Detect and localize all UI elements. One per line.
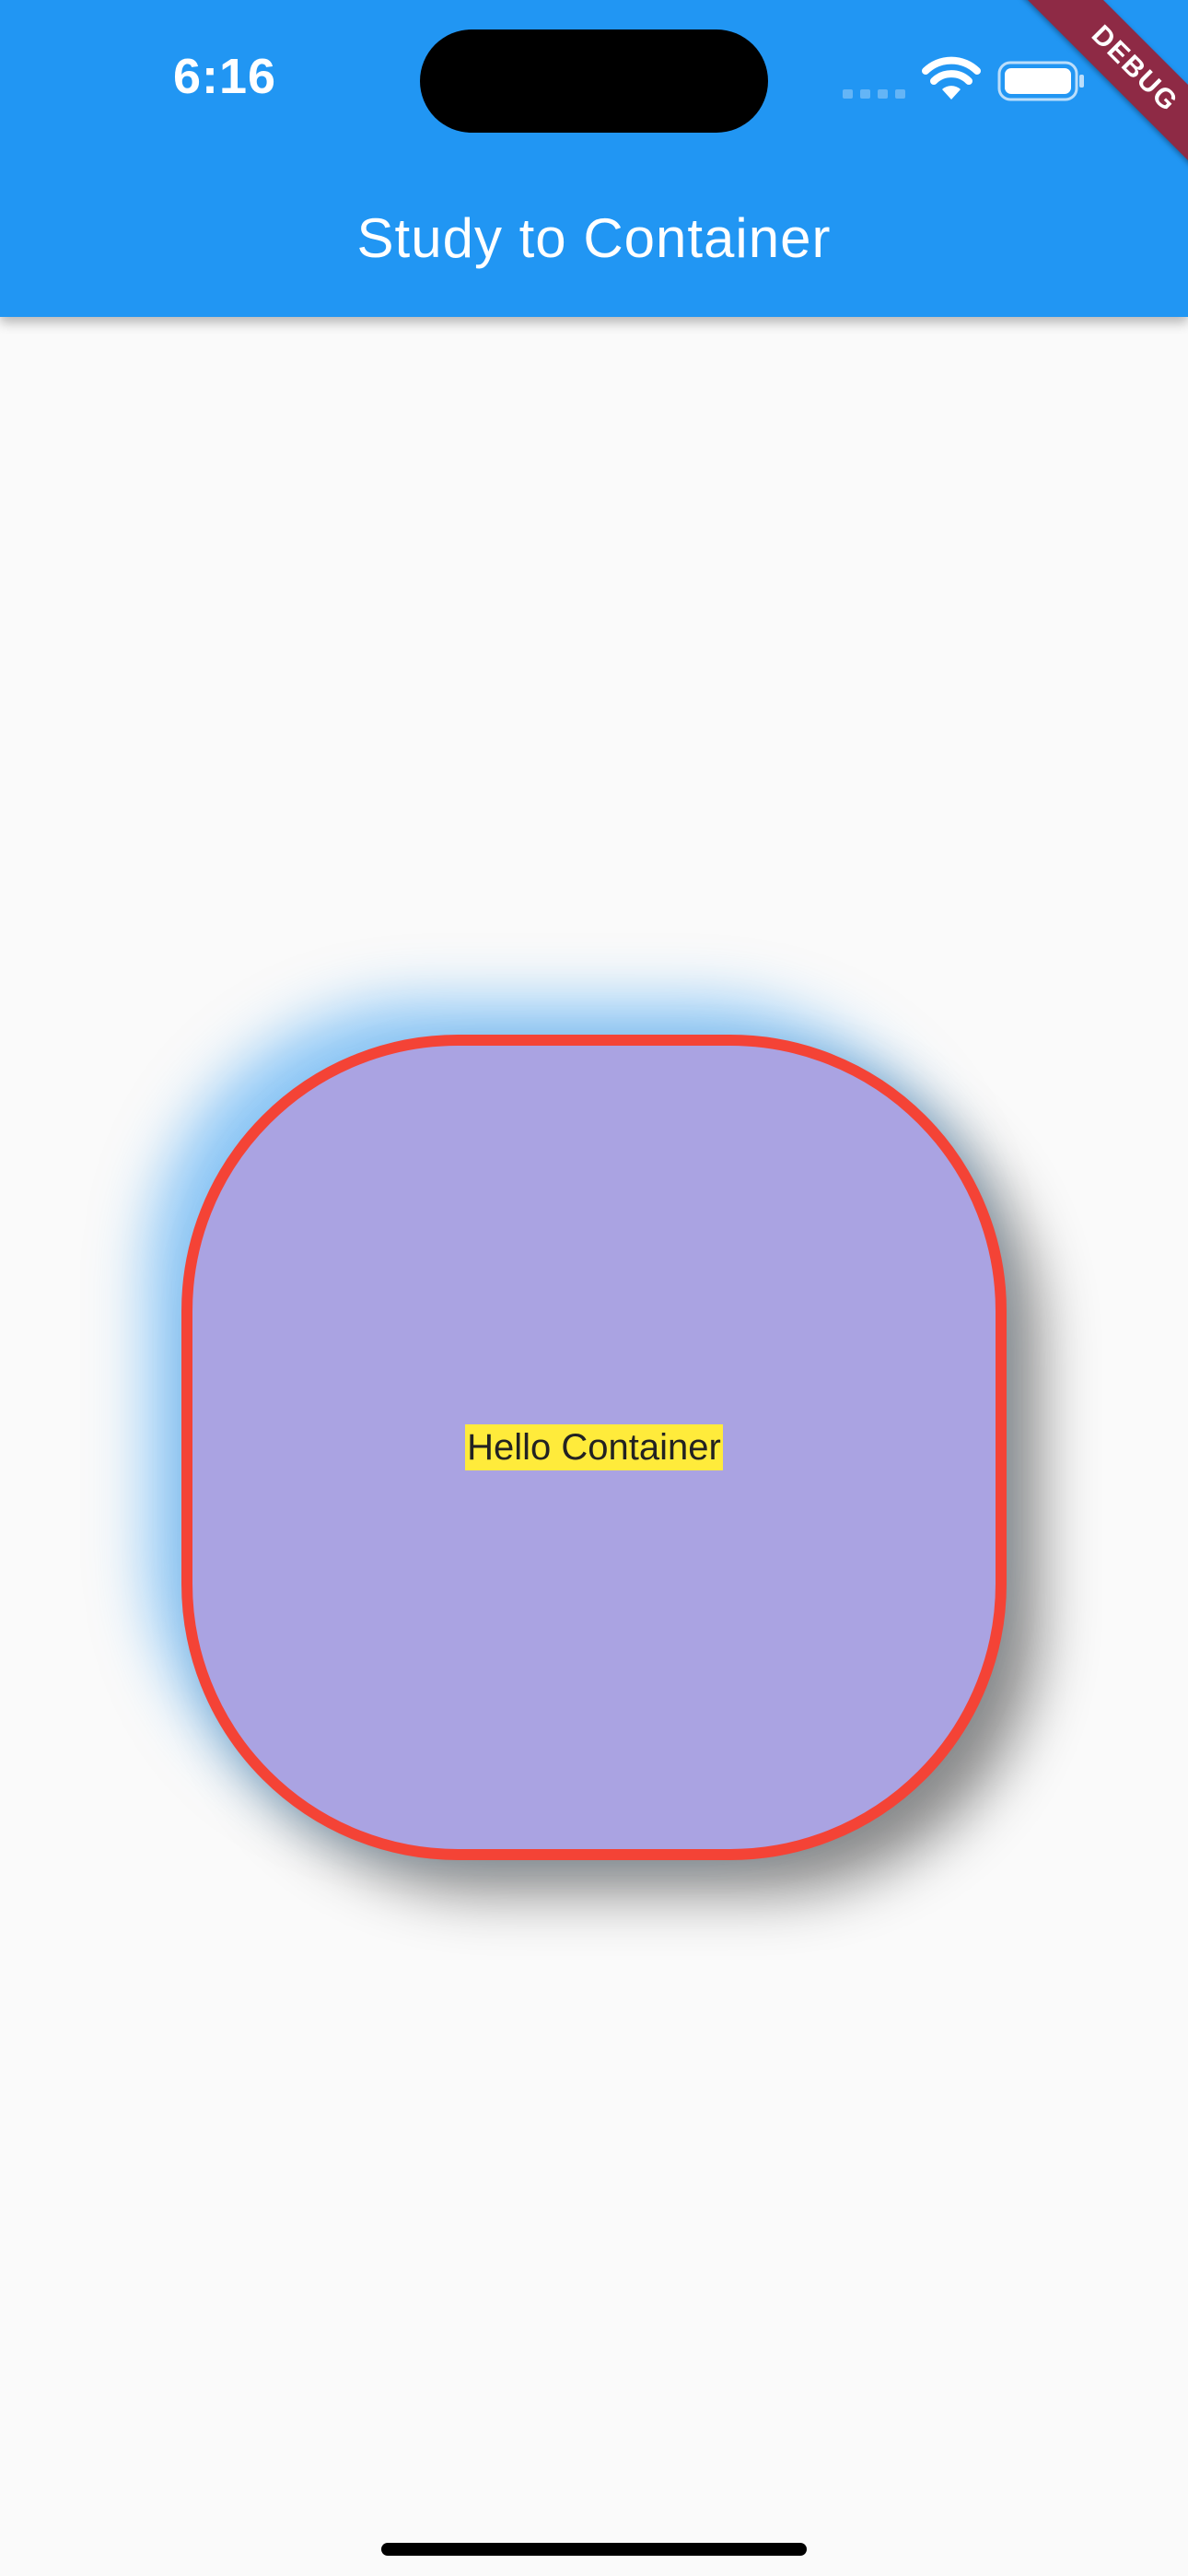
home-indicator[interactable] [381, 2543, 807, 2556]
wifi-icon [922, 56, 981, 100]
status-time: 6:16 [173, 49, 277, 104]
app-bar: 6:16 Study to Container [0, 0, 1188, 317]
dynamic-island [420, 29, 768, 133]
styled-container: Hello Container [181, 1035, 1007, 1860]
app-bar-title: Study to Container [356, 207, 832, 269]
battery-icon [997, 61, 1084, 101]
container-text: Hello Container [465, 1424, 723, 1470]
signal-icon [843, 89, 905, 99]
